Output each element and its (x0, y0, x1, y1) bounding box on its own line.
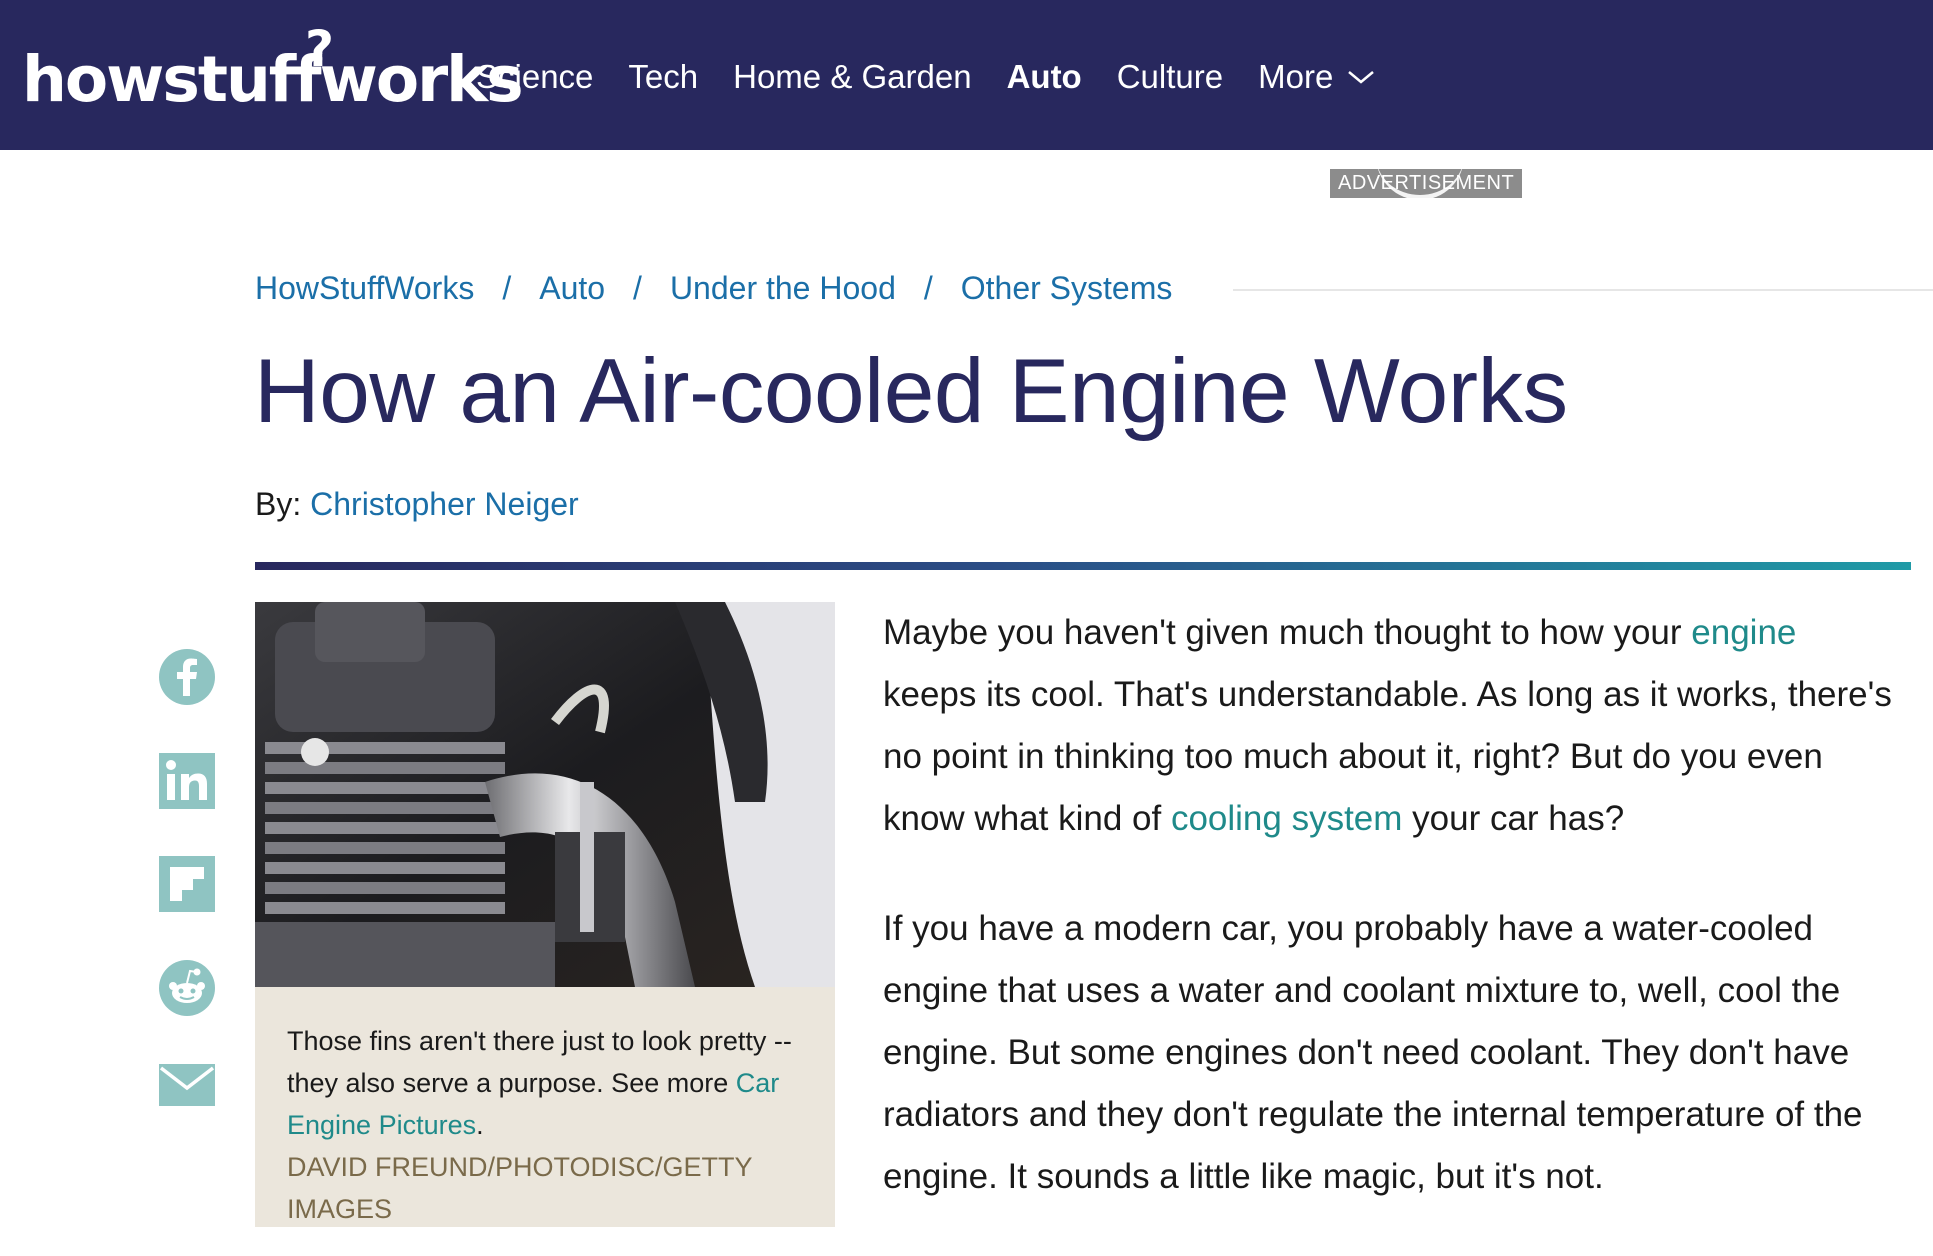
nav-auto[interactable]: Auto (1007, 58, 1082, 96)
share-flipboard[interactable] (158, 855, 216, 913)
nav-culture[interactable]: Culture (1117, 58, 1223, 96)
article-body: Maybe you haven't given much thought to … (883, 602, 1893, 1256)
share-facebook[interactable] (158, 648, 216, 706)
nav-tech[interactable]: Tech (628, 58, 698, 96)
email-icon (159, 1064, 215, 1106)
nav-science[interactable]: Science (476, 58, 593, 96)
link-cooling-system[interactable]: cooling system (1171, 799, 1402, 838)
facebook-icon (159, 649, 215, 705)
nav-home-garden[interactable]: Home & Garden (733, 58, 971, 96)
byline: By: Christopher Neiger (255, 486, 579, 523)
linkedin-icon (159, 753, 215, 809)
reddit-icon (159, 960, 215, 1016)
figure-caption: Those fins aren't there just to look pre… (287, 1020, 809, 1146)
share-reddit[interactable] (158, 959, 216, 1017)
main-nav: Science Tech Home & Garden Auto Culture … (476, 58, 1410, 96)
nav-more[interactable]: More (1258, 58, 1375, 96)
cooling-fins (265, 742, 505, 914)
breadcrumb: HowStuffWorks / Auto / Under the Hood / … (255, 270, 1172, 307)
breadcrumb-other-systems[interactable]: Other Systems (961, 270, 1173, 307)
engine-photo[interactable] (255, 602, 835, 987)
breadcrumb-separator: / (923, 270, 933, 306)
flipboard-icon (159, 856, 215, 912)
share-linkedin[interactable] (158, 752, 216, 810)
paragraph-text: Maybe you haven't given much thought to … (883, 613, 1692, 652)
article-figure: Those fins aren't there just to look pre… (255, 602, 835, 1227)
link-engine[interactable]: engine (1691, 613, 1796, 652)
logo-question-mark: ? (305, 20, 334, 78)
article-paragraph-2: If you have a modern car, you probably h… (883, 909, 1863, 1196)
breadcrumb-separator: / (633, 270, 642, 306)
site-logo[interactable]: howstuffworks ? (22, 20, 524, 111)
breadcrumb-separator: / (502, 270, 512, 306)
logo-wordmark: howstuffworks (22, 43, 524, 116)
page-title: How an Air-cooled Engine Works (254, 341, 1568, 442)
nav-more-label: More (1258, 58, 1334, 95)
author-link[interactable]: Christopher Neiger (310, 486, 579, 522)
breadcrumb-under-the-hood[interactable]: Under the Hood (670, 270, 896, 307)
chevron-down-icon (1348, 71, 1375, 84)
paragraph-text: your car has? (1402, 799, 1625, 838)
site-header: howstuffworks ? Science Tech Home & Gard… (0, 0, 1933, 150)
title-divider (255, 562, 1911, 570)
byline-prefix: By: (255, 486, 302, 522)
photo-credit: DAVID FREUND/PHOTODISC/GETTY IMAGES (287, 1152, 753, 1224)
share-email[interactable] (158, 1060, 216, 1118)
breadcrumb-divider (1233, 289, 1933, 291)
caption-text: Those fins aren't there just to look pre… (287, 1026, 792, 1098)
breadcrumb-auto[interactable]: Auto (539, 270, 605, 307)
caption-end: . (476, 1110, 484, 1140)
article-paragraph-1: Maybe you haven't given much thought to … (883, 602, 1893, 850)
breadcrumb-howstuffworks[interactable]: HowStuffWorks (255, 270, 474, 307)
